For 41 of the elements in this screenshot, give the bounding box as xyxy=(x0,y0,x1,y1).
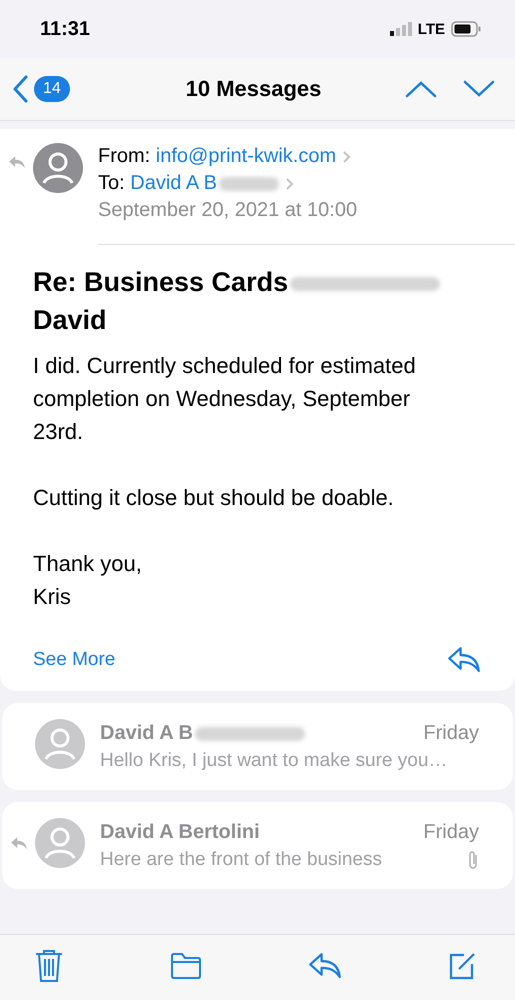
down-chevron-icon[interactable] xyxy=(463,80,495,98)
reply-icon[interactable] xyxy=(308,952,342,980)
body-paragraph: I did. Currently scheduled for estimated completion on Wednesday, September 23rd. xyxy=(33,352,417,446)
sender-address-link[interactable]: info@print-kwik.com xyxy=(156,145,336,167)
unread-count-badge[interactable]: 14 xyxy=(34,76,70,102)
see-more-link[interactable]: See More xyxy=(33,648,116,671)
avatar-icon xyxy=(35,719,85,770)
chevron-icon xyxy=(284,176,294,191)
signal-icon xyxy=(390,22,412,36)
thread-title: 10 Messages xyxy=(184,76,322,102)
message-preview: Hello Kris, I just want to make sure you… xyxy=(100,749,448,774)
message-date: September 20, 2021 at 10:00 xyxy=(98,198,358,223)
replied-icon xyxy=(10,836,28,850)
sender-name: David A Bertolini xyxy=(100,821,260,844)
network-label: LTE xyxy=(418,20,445,38)
compose-icon[interactable] xyxy=(447,950,477,980)
message-row[interactable]: David A B Friday Hello Kris, I just want to make sure you… xyxy=(2,703,513,790)
chevron-icon xyxy=(342,150,352,164)
subject-line: David xyxy=(33,305,107,335)
message-preview: Here are the front of the business xyxy=(100,848,382,872)
body-paragraph: Cutting it close but should be doable. xyxy=(33,484,395,512)
replied-icon xyxy=(8,155,26,170)
message-date: Friday xyxy=(423,820,479,846)
body-paragraph: Thank you, Kris xyxy=(33,550,143,611)
folder-icon[interactable] xyxy=(169,952,203,980)
back-icon[interactable] xyxy=(12,75,28,103)
to-label: To: xyxy=(98,172,125,194)
trash-icon[interactable] xyxy=(34,948,64,982)
up-chevron-icon[interactable] xyxy=(405,80,437,98)
message-date: Friday xyxy=(423,721,479,746)
redaction-smudge xyxy=(218,176,279,191)
from-label: From: xyxy=(98,145,150,167)
reply-icon[interactable] xyxy=(447,646,481,674)
recipient-link[interactable]: David A B xyxy=(130,172,217,194)
avatar-icon xyxy=(35,818,85,868)
clock-time: 11:31 xyxy=(40,18,90,40)
sender-name: David A B xyxy=(100,722,193,744)
avatar-icon xyxy=(33,143,83,193)
message-row[interactable]: David A Bertolini Friday Here are the front of the business xyxy=(2,802,513,890)
subject-line: Re: Business Cards xyxy=(33,267,288,297)
battery-icon xyxy=(451,21,481,37)
